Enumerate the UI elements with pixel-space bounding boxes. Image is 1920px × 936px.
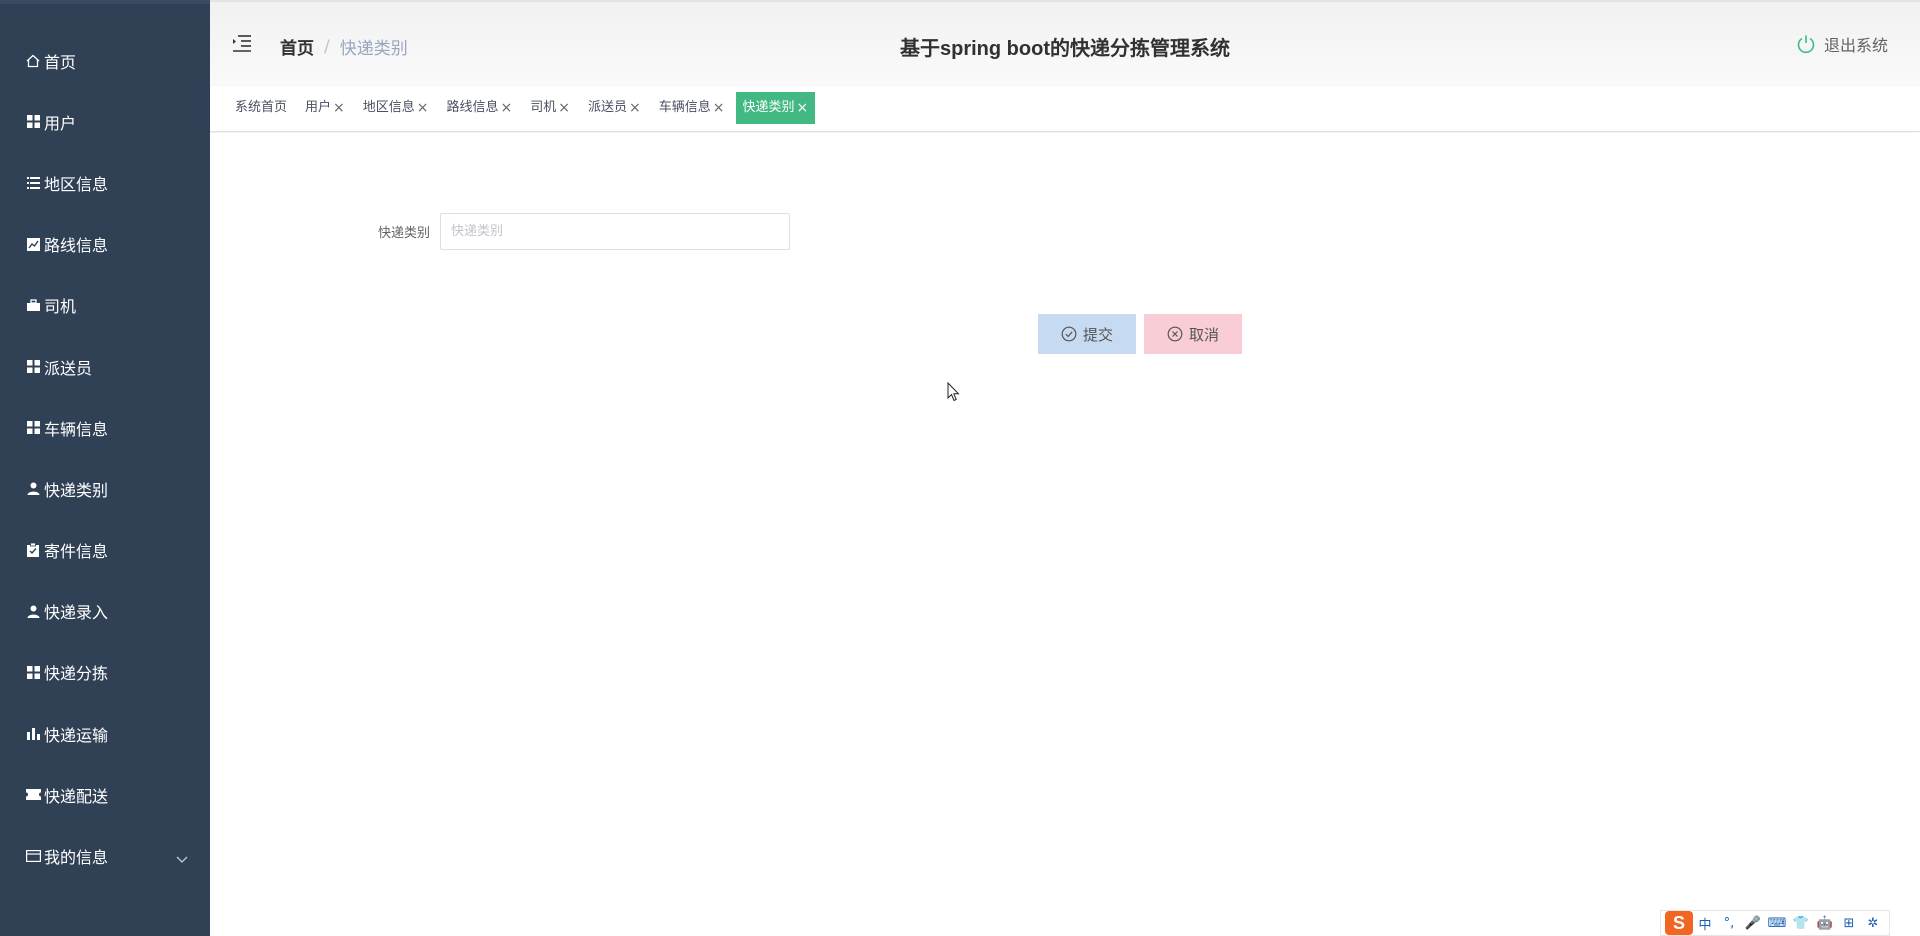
ime-punctuation[interactable]: °, [1717, 916, 1741, 931]
bar-chart-icon [24, 725, 42, 743]
sidebar-item-label: 快递配送 [44, 786, 109, 806]
sidebar-item-label: 派送员 [44, 358, 93, 378]
close-icon[interactable]: × [713, 92, 725, 124]
sidebar-item-label: 首页 [44, 52, 77, 72]
close-icon[interactable]: × [417, 92, 429, 124]
sidebar-item-label: 快递录入 [44, 603, 109, 623]
sidebar-item-label: 司机 [44, 297, 77, 317]
sidebar-item-label: 我的信息 [44, 848, 109, 868]
tag-label: 司机 [530, 100, 557, 115]
ime-toolbar: S 中 °, 🎤 ⌨ 👕 🤖 ⊞ ✲ [1660, 910, 1890, 936]
sidebar-item-vehicle[interactable]: 车辆信息 [0, 397, 210, 458]
sidebar-item-express-sorting[interactable]: 快递分拣 [0, 642, 210, 703]
home-icon [24, 52, 42, 70]
chevron-down-icon[interactable] [176, 850, 188, 869]
sidebar-item-express-entry[interactable]: 快递录入 [0, 581, 210, 642]
settings-icon[interactable]: ✲ [1861, 916, 1885, 931]
sidebar-item-courier[interactable]: 派送员 [0, 336, 210, 397]
tag-label: 车辆信息 [658, 100, 711, 115]
check-circle-icon [1061, 326, 1077, 342]
tag-system-home[interactable]: 系统首页 [228, 92, 294, 124]
sidebar-top-border [0, 0, 210, 4]
briefcase-icon [24, 296, 42, 314]
sidebar-item-users[interactable]: 用户 [0, 91, 210, 152]
sidebar-item-shipment[interactable]: 寄件信息 [0, 520, 210, 581]
skin-icon[interactable]: 👕 [1789, 916, 1813, 931]
sidebar-item-express-category[interactable]: 快递类别 [0, 458, 210, 519]
sidebar-item-express-delivery[interactable]: 快递配送 [0, 764, 210, 825]
form-item-express-category: 快递类别 [210, 213, 790, 250]
close-circle-icon [1167, 326, 1183, 342]
microphone-icon[interactable]: 🎤 [1741, 916, 1765, 931]
sidebar-item-label: 用户 [44, 113, 77, 133]
tag-label: 系统首页 [235, 100, 288, 115]
sidebar-item-label: 快递运输 [44, 725, 109, 745]
cancel-label: 取消 [1188, 325, 1219, 344]
logout-label: 退出系统 [1823, 36, 1888, 55]
close-icon[interactable]: × [629, 92, 641, 124]
tags-view-bar: 系统首页 用户 × 地区信息 × 路线信息 × 司机 × 派送员 × 车辆信息 … [210, 86, 1920, 132]
submit-label: 提交 [1082, 325, 1113, 344]
sidebar-item-region[interactable]: 地区信息 [0, 152, 210, 213]
ticket-icon [24, 786, 42, 804]
tag-label: 地区信息 [362, 100, 415, 115]
power-icon [1797, 35, 1815, 54]
grid-icon [24, 358, 42, 376]
top-header: 首页 / 快递类别 基于spring boot的快递分拣管理系统 退出系统 [210, 0, 1920, 86]
express-category-input[interactable] [440, 213, 790, 250]
grid-icon [24, 113, 42, 131]
close-icon[interactable]: × [333, 92, 345, 124]
sogou-logo-icon[interactable]: S [1665, 911, 1693, 935]
user-icon [24, 480, 42, 498]
close-icon[interactable]: × [501, 92, 513, 124]
tag-region[interactable]: 地区信息 × [356, 92, 436, 124]
card-icon [24, 847, 42, 865]
sidebar-item-label: 地区信息 [44, 174, 109, 194]
sidebar-item-label: 快递分拣 [44, 664, 109, 684]
cancel-button[interactable]: 取消 [1144, 314, 1242, 354]
tag-vehicle[interactable]: 车辆信息 × [652, 92, 732, 124]
sidebar-menu: 首页 用户 地区信息 路线信息 司机 派送员 车辆信息 快递类别 寄件信息 快递… [0, 0, 210, 887]
sidebar-item-label: 快递类别 [44, 480, 109, 500]
tag-driver[interactable]: 司机 × [523, 92, 577, 124]
sidebar-item-home[interactable]: 首页 [0, 30, 210, 91]
submit-button[interactable]: 提交 [1038, 314, 1136, 354]
tag-label: 快递类别 [742, 100, 795, 115]
sidebar-item-label: 车辆信息 [44, 419, 109, 439]
tag-label: 用户 [305, 100, 332, 115]
sidebar-item-label: 寄件信息 [44, 542, 109, 562]
tags-list: 系统首页 用户 × 地区信息 × 路线信息 × 司机 × 派送员 × 车辆信息 … [210, 86, 1920, 130]
grid-icon [24, 419, 42, 437]
tag-express-category[interactable]: 快递类别 × [735, 92, 816, 124]
system-title: 基于spring boot的快递分拣管理系统 [900, 38, 1230, 60]
robot-icon[interactable]: 🤖 [1813, 916, 1837, 931]
keyboard-icon[interactable]: ⌨ [1765, 916, 1789, 931]
user-icon [24, 602, 42, 620]
list-icon [24, 174, 42, 192]
sidebar-item-my-info[interactable]: 我的信息 [0, 825, 210, 886]
sidebar-item-driver[interactable]: 司机 [0, 275, 210, 336]
grid-icon [24, 663, 42, 681]
sidebar: 首页 用户 地区信息 路线信息 司机 派送员 车辆信息 快递类别 寄件信息 快递… [0, 0, 210, 936]
mouse-cursor-icon [947, 381, 961, 406]
close-icon[interactable]: × [797, 92, 809, 124]
sidebar-item-route[interactable]: 路线信息 [0, 214, 210, 275]
main-content: 快递类别 提交 取消 [210, 133, 1920, 936]
sidebar-item-label: 路线信息 [44, 236, 109, 256]
tag-users[interactable]: 用户 × [298, 92, 352, 124]
sidebar-item-express-transport[interactable]: 快递运输 [0, 703, 210, 764]
logout-button[interactable]: 退出系统 [1796, 32, 1888, 56]
tag-route[interactable]: 路线信息 × [440, 92, 520, 124]
ime-chinese-mode[interactable]: 中 [1693, 914, 1717, 933]
tag-label: 路线信息 [446, 100, 499, 115]
close-icon[interactable]: × [558, 92, 570, 124]
tag-courier[interactable]: 派送员 × [581, 92, 648, 124]
express-category-label: 快递类别 [377, 226, 430, 241]
tag-label: 派送员 [588, 100, 628, 115]
chart-image-icon [24, 235, 42, 253]
clipboard-icon [24, 541, 42, 559]
apps-icon[interactable]: ⊞ [1837, 916, 1861, 931]
